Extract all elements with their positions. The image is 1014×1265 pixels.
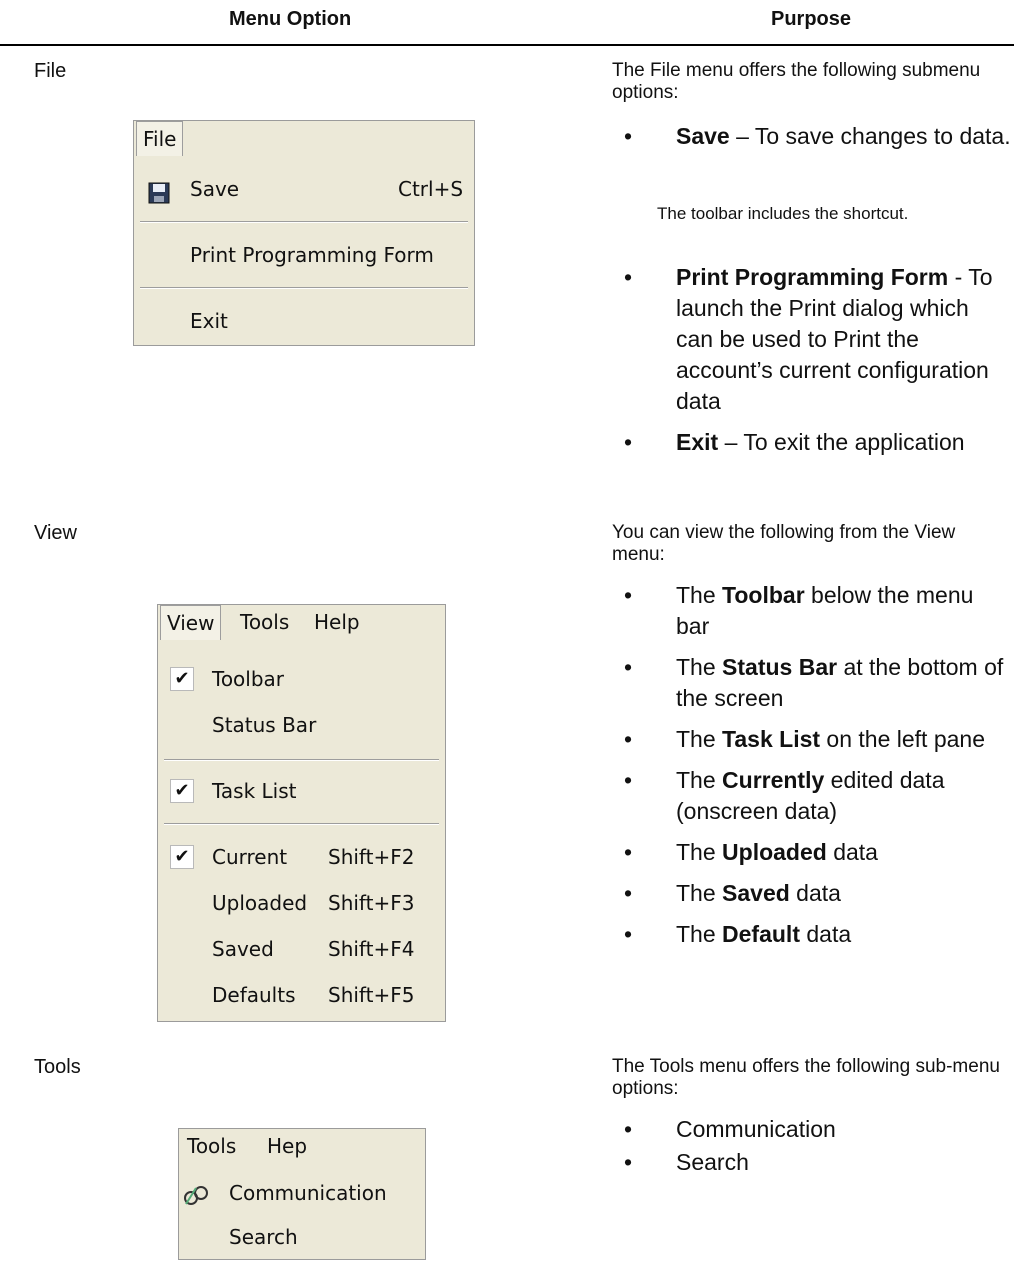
menu-item-shortcut: Ctrl+S: [398, 177, 464, 201]
menu-bar-view[interactable]: View: [160, 605, 222, 640]
menu-bar: File: [134, 121, 474, 157]
list-item: • The Currently edited data (onscreen dat…: [624, 767, 945, 824]
file-menu-screenshot: File Save Ctrl+S Print Programming Form …: [133, 120, 475, 346]
menu-item-shortcut: Shift+F4: [328, 937, 415, 961]
menu-separator: [164, 759, 439, 761]
column-header-menu-option: Menu Option: [229, 8, 352, 30]
list-item: • The Saved data: [624, 880, 841, 906]
menu-item-label: Toolbar: [212, 667, 285, 691]
menu-item-status-bar[interactable]: Status Bar: [158, 705, 445, 745]
menu-bar-tools[interactable]: Tools: [234, 605, 295, 639]
menu-bar-file[interactable]: File: [136, 121, 184, 156]
list-item: • Communication: [624, 1116, 836, 1142]
floppy-disk-icon: [148, 177, 170, 204]
tools-menu-screenshot: Tools Hep Communication Search: [178, 1128, 426, 1260]
menu-item-communication[interactable]: Communication: [179, 1173, 425, 1213]
list-item: • Exit – To exit the application: [624, 429, 965, 455]
menu-item-label: Defaults: [212, 983, 296, 1007]
menu-item-label: Uploaded: [212, 891, 308, 915]
checkmark-icon: ✔: [170, 845, 194, 869]
menu-item-saved[interactable]: Saved Shift+F4: [158, 929, 445, 969]
menu-item-label: Save: [190, 177, 240, 201]
menu-item-shortcut: Shift+F5: [328, 983, 415, 1007]
row-label-file: File: [34, 60, 67, 82]
row-label-view: View: [34, 522, 77, 544]
menu-item-search[interactable]: Search: [179, 1217, 425, 1257]
toolbar-note: The toolbar includes the shortcut.: [657, 204, 909, 223]
list-item: • Save – To save changes to data.: [624, 123, 1011, 149]
list-item: • Print Programming Form - To launch the …: [624, 264, 993, 414]
view-bullet-list: • The Toolbar below the menu bar • The Sta…: [612, 580, 1012, 960]
communication-icon: [183, 1181, 209, 1205]
menu-bar-help[interactable]: Help: [308, 605, 366, 639]
menu-item-label: Current: [212, 845, 288, 869]
list-item: • The Status Bar at the bottom of the scr…: [624, 654, 1004, 711]
view-description: You can view the following from the View…: [612, 522, 956, 565]
menu-item-label: Task List: [212, 779, 297, 803]
menu-item-current[interactable]: ✔ Current Shift+F2: [158, 837, 445, 877]
menu-item-exit[interactable]: Exit: [134, 301, 474, 341]
menu-bar-tools[interactable]: Tools: [181, 1129, 242, 1163]
menu-item-print-programming-form[interactable]: Print Programming Form: [134, 235, 474, 275]
file-bullet-list-continued: • Print Programming Form - To launch the …: [612, 262, 1012, 468]
menu-item-task-list[interactable]: ✔ Task List: [158, 771, 445, 811]
menu-bar: View Tools Help: [158, 605, 445, 641]
menu-item-uploaded[interactable]: Uploaded Shift+F3: [158, 883, 445, 923]
list-item: • The Toolbar below the menu bar: [624, 582, 974, 639]
checkmark-icon: ✔: [170, 667, 194, 691]
menu-item-label: Communication: [229, 1181, 387, 1205]
menu-separator: [140, 221, 468, 223]
menu-bar: Tools Hep: [179, 1129, 425, 1165]
menu-item-label: Print Programming Form: [190, 243, 434, 267]
file-bullet-list: • Save – To save changes to data.: [612, 121, 1012, 162]
list-item: • Search: [624, 1149, 749, 1175]
menu-item-defaults[interactable]: Defaults Shift+F5: [158, 975, 445, 1015]
view-menu-screenshot: View Tools Help ✔ Toolbar Status Bar ✔ T…: [157, 604, 446, 1022]
header-divider: [0, 44, 1014, 46]
menu-separator: [164, 823, 439, 825]
menu-item-shortcut: Shift+F2: [328, 845, 415, 869]
menu-item-label: Search: [229, 1225, 298, 1249]
menu-item-shortcut: Shift+F3: [328, 891, 415, 915]
row-label-tools: Tools: [34, 1056, 81, 1078]
list-item: • The Uploaded data: [624, 839, 878, 865]
file-description: The File menu offers the following subme…: [612, 60, 981, 103]
menu-item-label: Status Bar: [212, 713, 317, 737]
menu-item-toolbar[interactable]: ✔ Toolbar: [158, 659, 445, 699]
menu-item-label: Saved: [212, 937, 274, 961]
list-item: • The Default data: [624, 921, 852, 947]
menu-bar-hep[interactable]: Hep: [261, 1129, 313, 1163]
checkmark-icon: ✔: [170, 779, 194, 803]
menu-item-save[interactable]: Save Ctrl+S: [134, 169, 474, 209]
list-item: • The Task List on the left pane: [624, 726, 985, 752]
menu-separator: [140, 287, 468, 289]
tools-bullet-list: • Communication • Search: [612, 1114, 1012, 1188]
tools-description: The Tools menu offers the following sub-…: [612, 1056, 1000, 1099]
menu-item-label: Exit: [190, 309, 228, 333]
column-header-purpose: Purpose: [771, 8, 852, 30]
